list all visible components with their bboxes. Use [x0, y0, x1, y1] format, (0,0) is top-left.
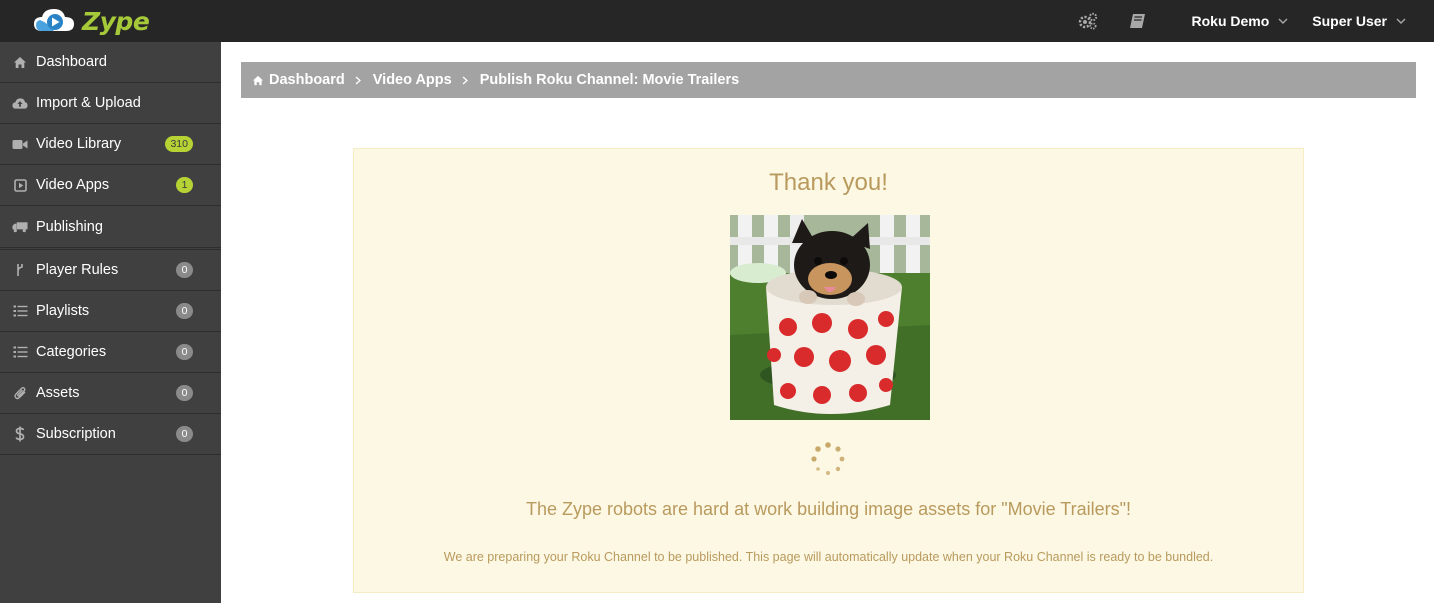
account-label: Roku Demo	[1191, 13, 1270, 29]
sidebar-item-label: Video Library	[36, 136, 122, 152]
paperclip-icon	[12, 385, 28, 401]
sidebar-item-label: Video Apps	[36, 177, 110, 193]
sidebar-item-label: Publishing	[36, 218, 103, 235]
playlists-count-badge: 0	[176, 303, 193, 319]
sidebar-item-label: Assets	[36, 385, 80, 401]
video-camera-icon	[12, 136, 28, 152]
cloud-upload-icon	[12, 95, 28, 111]
sidebar-item-label: Categories	[36, 344, 107, 360]
sidebar-item-player-rules[interactable]: Player Rules 0	[0, 250, 221, 291]
cloud-play-icon	[34, 9, 74, 31]
list-icon	[12, 303, 28, 319]
sidebar-item-video-apps[interactable]: Video Apps 1	[0, 165, 221, 206]
sidebar-item-dashboard[interactable]: Dashboard	[0, 42, 221, 83]
subscription-count-badge: 0	[176, 426, 193, 442]
list-icon	[12, 344, 28, 360]
sidebar-item-label: Dashboard	[36, 54, 107, 70]
home-icon	[252, 72, 264, 88]
play-square-icon	[12, 177, 28, 193]
categories-count-badge: 0	[176, 344, 193, 360]
zype-logo[interactable]: Zype	[32, 4, 150, 38]
user-dropdown[interactable]: Super User	[1312, 13, 1406, 29]
sidebar-item-label: Playlists	[36, 303, 90, 319]
status-message: The Zype robots are hard at work buildin…	[525, 499, 1132, 519]
sidebar-item-publishing[interactable]: Publishing	[0, 206, 221, 250]
chevron-down-icon	[1278, 16, 1288, 26]
chevron-right-icon	[462, 76, 470, 85]
sidebar: Dashboard Import & Upload Video Library …	[0, 42, 221, 603]
breadcrumb-video-apps-link[interactable]: Video Apps	[373, 72, 452, 88]
logo-wordmark: Zype	[82, 6, 150, 36]
truck-icon	[12, 219, 28, 235]
chevron-down-icon	[1396, 16, 1406, 26]
book-icon[interactable]	[1128, 11, 1148, 31]
assets-count-badge: 0	[176, 385, 193, 401]
apps-count-badge: 1	[176, 177, 193, 193]
home-icon	[12, 54, 28, 70]
player-rules-count-badge: 0	[176, 262, 193, 278]
publishing-status-alert: Thank you! The Zype robots are hard at w…	[353, 148, 1304, 593]
chevron-right-icon	[355, 76, 363, 85]
breadcrumb: Dashboard Video Apps Publish Roku Channe…	[241, 62, 1416, 98]
sidebar-item-assets[interactable]: Assets 0	[0, 373, 221, 414]
user-label: Super User	[1312, 13, 1387, 29]
dollar-icon	[12, 426, 28, 442]
sidebar-item-label: Subscription	[36, 426, 116, 442]
breadcrumb-dashboard-link[interactable]: Dashboard	[269, 72, 345, 88]
top-navbar: Zype Roku Demo Super User	[0, 0, 1434, 42]
settings-cogs-icon[interactable]	[1078, 11, 1098, 31]
sidebar-item-subscription[interactable]: Subscription 0	[0, 414, 221, 455]
sidebar-item-import-upload[interactable]: Import & Upload	[0, 83, 221, 124]
sidebar-item-video-library[interactable]: Video Library 310	[0, 124, 221, 165]
puppy-in-cup-image	[730, 215, 930, 420]
sidebar-item-label: Player Rules	[36, 262, 119, 278]
sidebar-item-playlists[interactable]: Playlists 0	[0, 291, 221, 332]
thank-you-heading: Thank you!	[769, 169, 888, 196]
sidebar-item-categories[interactable]: Categories 0	[0, 332, 221, 373]
code-fork-icon	[12, 262, 28, 278]
loading-spinner-icon	[810, 441, 846, 477]
status-sub-message: We are preparing your Roku Channel to be…	[443, 550, 1214, 564]
account-dropdown[interactable]: Roku Demo	[1192, 13, 1289, 29]
video-count-badge: 310	[165, 136, 193, 152]
sidebar-item-label: Import & Upload	[36, 95, 141, 111]
breadcrumb-current-page: Publish Roku Channel: Movie Trailers	[479, 72, 740, 88]
